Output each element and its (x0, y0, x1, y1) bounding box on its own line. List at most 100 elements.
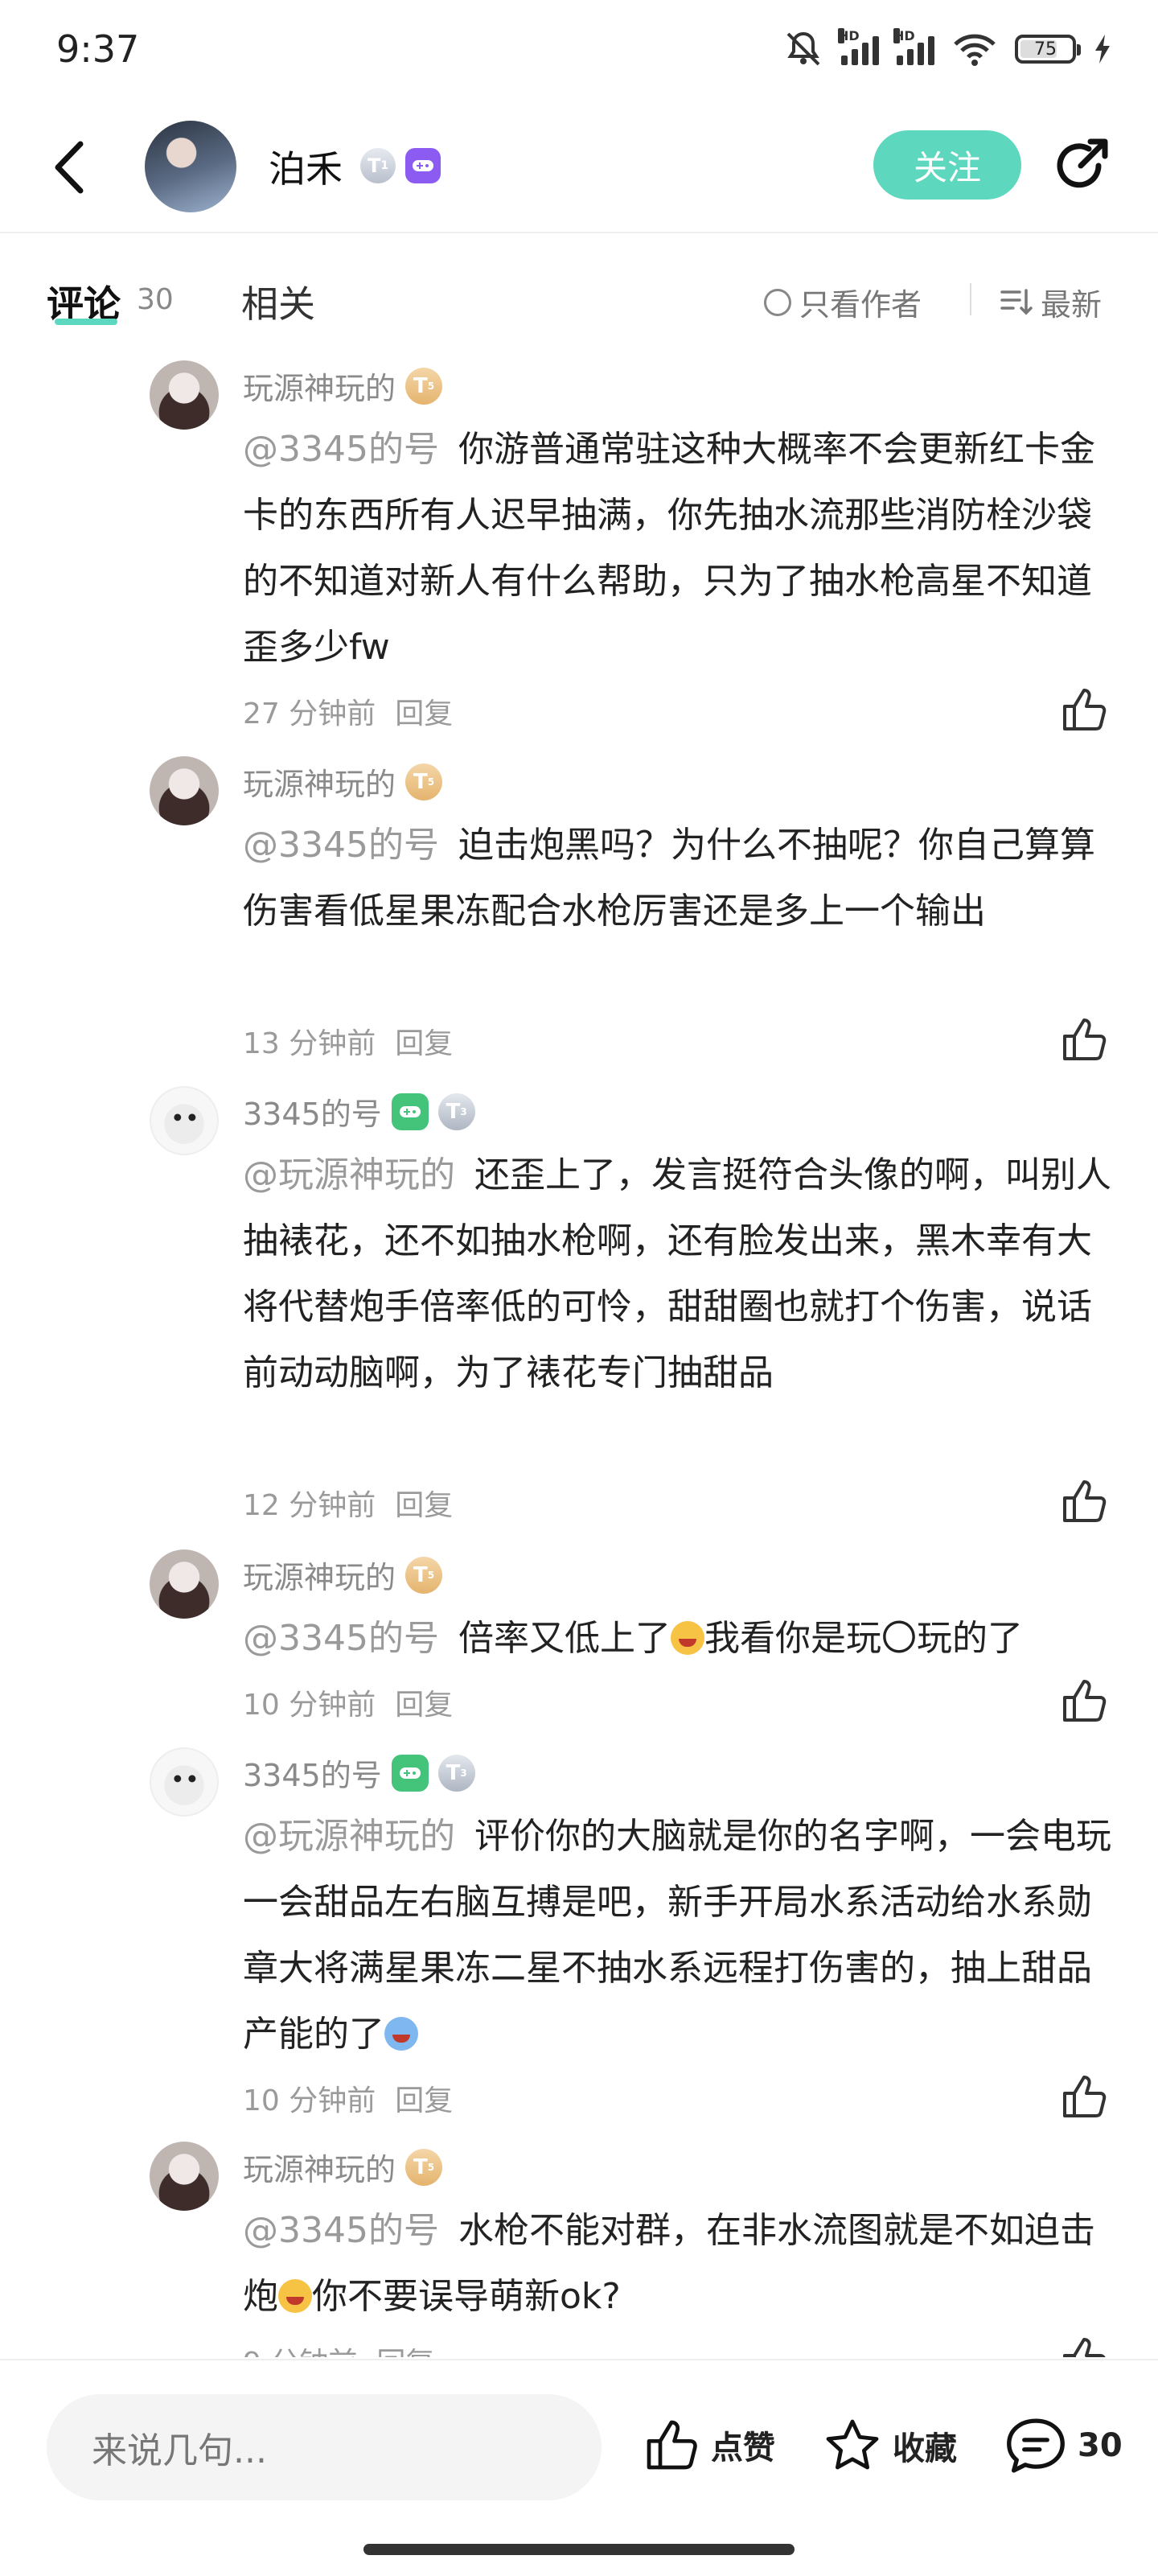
level-badge: T5 (405, 1556, 443, 1594)
home-indicator[interactable] (363, 2544, 795, 2555)
only-author-label: 只看作者 (799, 287, 922, 323)
share-icon (1057, 138, 1108, 188)
mention-link[interactable]: @玩源神玩的 (243, 1816, 455, 1857)
mute-bell-icon (786, 31, 820, 66)
comment-input-placeholder: 来说几句... (92, 2430, 267, 2471)
like-icon[interactable] (1060, 685, 1108, 734)
status-time: 9:37 (56, 27, 140, 71)
comment-text: @3345的号 迫击炮黑吗？为什么不抽呢？你自己算算伤害看低星果冻配合水枪厉害还是… (243, 813, 1119, 944)
comment-username[interactable]: 玩源神玩的 (243, 759, 396, 804)
collect-label: 收藏 (893, 2430, 957, 2467)
comment-time: 10 分钟前 (243, 1689, 376, 1722)
comments-count: 30 (137, 283, 174, 316)
comment-meta: 10 分钟前 回复 (243, 2077, 453, 2119)
like-button[interactable]: 点赞 (643, 2417, 775, 2473)
level-badge: T5 (405, 367, 443, 405)
comment-time: 27 分钟前 (243, 697, 376, 730)
avatar[interactable] (150, 1549, 219, 1619)
comment-time: 12 分钟前 (243, 1489, 376, 1522)
charging-icon (1095, 35, 1110, 64)
comment-meta: 10 分钟前 回复 (243, 1681, 453, 1723)
avatar[interactable] (150, 2142, 219, 2211)
like-icon[interactable] (1060, 1477, 1108, 1525)
author-avatar[interactable] (145, 121, 236, 212)
comment-username[interactable]: 玩源神玩的 (243, 1553, 396, 1597)
level-badge: T5 (405, 2148, 443, 2186)
author-name[interactable]: 泊禾 (269, 140, 343, 193)
reply-button[interactable]: 回复 (395, 1681, 453, 1723)
comment-input[interactable]: 来说几句... (47, 2394, 602, 2500)
like-icon[interactable] (1060, 1677, 1108, 1725)
bottom-action-bar: 来说几句... 点赞 收藏 30 (0, 2359, 1158, 2576)
comment-username[interactable]: 3345的号 (243, 1089, 382, 1134)
comment-item: 玩源神玩的 T5 @3345的号 水枪不能对群，在非水流图就是不如迫击炮 你不要误导… (0, 2142, 1158, 2357)
star-icon (826, 2419, 879, 2470)
grin-emoji-icon (670, 1621, 704, 1655)
divider (970, 283, 971, 315)
like-icon[interactable] (1060, 2072, 1108, 2121)
follow-button[interactable]: 关注 (873, 130, 1021, 200)
mention-link[interactable]: @3345的号 (243, 1618, 439, 1659)
mention-link[interactable]: @3345的号 (243, 2210, 439, 2251)
gamepad-badge-icon (405, 148, 441, 183)
only-author-toggle[interactable]: 只看作者 (764, 280, 922, 324)
back-button[interactable] (53, 135, 101, 200)
post-header: 泊禾 T1 关注 (0, 103, 1158, 233)
comment-username[interactable]: 3345的号 (243, 1751, 382, 1795)
comment-tabs: 评论 30 相关 只看作者 最新 (0, 233, 1158, 362)
battery-level: 75 (1034, 39, 1057, 60)
sort-label: 最新 (1041, 287, 1103, 323)
reply-button[interactable]: 回复 (376, 2339, 434, 2357)
radio-icon (764, 288, 791, 316)
mention-link[interactable]: @玩源神玩的 (243, 1154, 455, 1195)
comment-user: 玩源神玩的 T5 (243, 364, 443, 408)
level-value: 5 (427, 380, 435, 392)
comment-time: 9 分钟前 (243, 2339, 357, 2357)
reply-button[interactable]: 回复 (395, 1482, 453, 1524)
level-value: 5 (427, 1569, 435, 1581)
comment-username[interactable]: 玩源神玩的 (243, 364, 396, 408)
avatar[interactable] (150, 1086, 219, 1155)
comment-user: 玩源神玩的 T5 (243, 759, 443, 804)
avatar[interactable] (150, 360, 219, 430)
mention-link[interactable]: @3345的号 (243, 825, 439, 866)
reply-button[interactable]: 回复 (395, 1020, 453, 1062)
author-level-value: 1 (380, 159, 389, 172)
like-icon[interactable] (1060, 1015, 1108, 1064)
tab-active-indicator (55, 319, 117, 325)
signal-icon: HD (838, 28, 879, 65)
battery-icon: 75 (1015, 35, 1081, 64)
comment-meta: 27 分钟前 回复 (243, 690, 453, 732)
like-icon (647, 2420, 697, 2470)
comments-button[interactable]: 30 (1005, 2417, 1123, 2475)
like-label: 点赞 (711, 2430, 775, 2467)
reply-button[interactable]: 回复 (395, 690, 453, 732)
author-level-badge: T1 (360, 148, 396, 183)
level-badge: T3 (437, 1093, 475, 1130)
level-value: 3 (460, 1767, 467, 1779)
tab-related[interactable]: 相关 (241, 275, 315, 328)
comment-bubble-icon (1007, 2418, 1065, 2473)
network-label: HD (893, 28, 915, 43)
comment-user: 玩源神玩的 T5 (243, 2145, 443, 2189)
status-icons: HD HD 75 (783, 28, 1111, 69)
share-button[interactable] (1049, 134, 1113, 198)
avatar[interactable] (150, 1747, 219, 1817)
wifi-icon (954, 34, 996, 66)
comment-body-end: 你不要误导萌新ok? (312, 2276, 621, 2317)
comment-user: 玩源神玩的 T5 (243, 1553, 443, 1597)
crying-emoji-icon (384, 2017, 418, 2051)
back-arrow-icon (55, 141, 84, 194)
like-icon[interactable] (1060, 2335, 1108, 2357)
sort-button[interactable]: 最新 (1000, 280, 1102, 324)
comment-text: @3345的号 你游普通常驻这种大概率不会更新红卡金卡的东西所有人迟早抽满，你先抽… (243, 417, 1119, 681)
collect-button[interactable]: 收藏 (823, 2417, 957, 2475)
mention-link[interactable]: @3345的号 (243, 429, 439, 470)
comment-text: @3345的号 水枪不能对群，在非水流图就是不如迫击炮 你不要误导萌新ok? (243, 2198, 1119, 2330)
reply-button[interactable]: 回复 (395, 2077, 453, 2119)
avatar[interactable] (150, 756, 219, 825)
comment-username[interactable]: 玩源神玩的 (243, 2145, 396, 2189)
level-badge: T3 (437, 1754, 475, 1792)
comment-user: 3345的号 T3 (243, 1089, 475, 1134)
sort-icon (1000, 288, 1033, 315)
